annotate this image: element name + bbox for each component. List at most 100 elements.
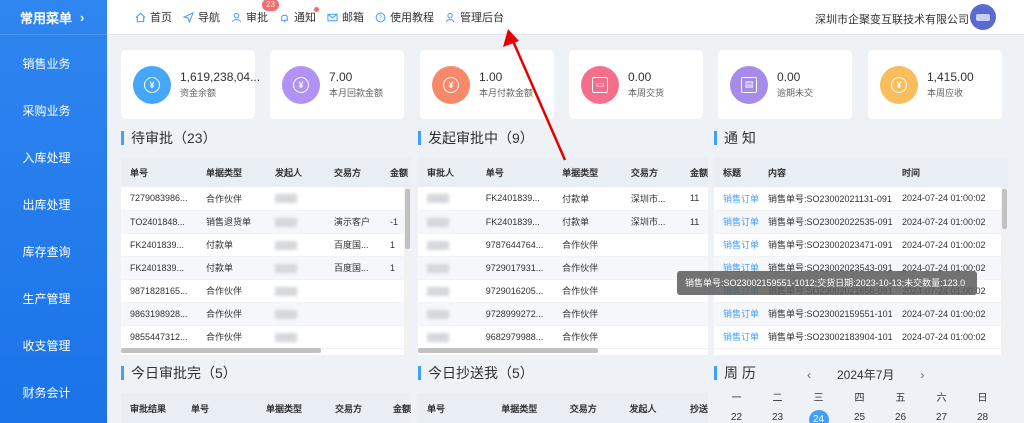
calendar-day[interactable]: 25 [839, 410, 880, 423]
stat-card-monthly-receipts[interactable]: ¥ 7.00 本月回款金额 [270, 50, 404, 119]
notice-title-link[interactable]: 销售订单 [714, 187, 760, 211]
sidebar-item-sales[interactable]: 销售业务 [0, 40, 107, 87]
sidebar-item-outbound[interactable]: 出库处理 [0, 181, 107, 228]
column-header[interactable]: 金额 [383, 393, 411, 423]
nav-home[interactable]: 首页 [135, 9, 172, 25]
column-header[interactable]: 审批结果 [121, 393, 182, 423]
sidebar-item-production[interactable]: 生产管理 [0, 275, 107, 322]
table-row[interactable]: FK2401839... 付款单 深圳市... 11 [418, 187, 708, 211]
nav-notice[interactable]: 通知 [279, 7, 319, 25]
column-header[interactable]: 金额 [381, 157, 411, 187]
column-header[interactable]: 交易方 [560, 393, 621, 423]
table-row[interactable]: 销售订单 销售单号:SO23002021131-091 2024-07-24 01:… [714, 187, 1008, 211]
column-header[interactable]: 金额 [680, 157, 708, 187]
notice-title-link[interactable]: 销售订单 [714, 233, 760, 257]
table-row[interactable]: 9682979988... 合作伙伴 [418, 325, 708, 349]
day-number: 23 [771, 412, 784, 423]
calendar-day[interactable]: 27 [921, 410, 962, 423]
calendar-day[interactable]: 22 [716, 410, 757, 423]
column-header[interactable]: 交易方 [621, 157, 681, 187]
nav-tutorial[interactable]: ? 使用教程 [375, 9, 434, 25]
stat-card-weekly-delivery[interactable]: ▭ 0.00 本周交货 [569, 50, 703, 119]
calendar-day[interactable]: 28 [962, 410, 1003, 423]
table-row[interactable]: 7279083986... 合作伙伴 [121, 187, 411, 211]
column-header[interactable]: 交易方 [325, 157, 381, 187]
table-row[interactable]: 9863198928... 合作伙伴 [121, 302, 411, 326]
horizontal-scrollbar[interactable] [418, 348, 598, 353]
calendar-day-today[interactable]: 24 [798, 410, 839, 423]
column-header[interactable]: 发起人 [620, 393, 681, 423]
sidebar-item-inbound[interactable]: 入库处理 [0, 134, 107, 181]
notice-content: 销售单号:SO23002021131-091 [759, 187, 893, 211]
column-header[interactable]: 时间 [892, 157, 1008, 187]
column-header[interactable]: 单据类型 [553, 157, 622, 187]
table-row[interactable]: 9855447312... 合作伙伴 [121, 325, 411, 349]
column-header[interactable]: 审批人 [418, 157, 477, 187]
vertical-scrollbar[interactable] [1001, 187, 1008, 355]
stat-label: 逾期未交 [777, 88, 814, 98]
column-header[interactable]: 内容 [759, 157, 893, 187]
notice-content: 销售单号:SO23002022535-091 [759, 210, 893, 234]
sidebar-item-purchase[interactable]: 采购业务 [0, 87, 107, 134]
column-header[interactable]: 交易方 [325, 393, 384, 423]
notice-content: 销售单号:SO23002159551-101 [759, 302, 893, 326]
column-header[interactable]: 单号 [418, 393, 493, 423]
stat-value: 1.00 [479, 70, 503, 84]
avatar[interactable] [970, 4, 996, 30]
sidebar-item-finance-flow[interactable]: 收支管理 [0, 322, 107, 369]
notice-title-link[interactable]: 销售订单 [714, 210, 760, 234]
table-row[interactable]: 9787644764... 合作伙伴 [418, 233, 708, 257]
nav-guide[interactable]: 导航 [183, 9, 220, 25]
notice-title-link[interactable]: 销售订单 [714, 325, 760, 349]
vertical-scrollbar[interactable] [404, 187, 411, 355]
table-row[interactable]: 销售订单 销售单号:SO23002022535-091 2024-07-24 01:… [714, 210, 1008, 234]
sidebar-item-accounting[interactable]: 财务会计 [0, 369, 107, 416]
column-header[interactable]: 单号 [121, 157, 197, 187]
amount: 11 [680, 187, 708, 211]
table-row[interactable]: 9729016205... 合作伙伴 [418, 279, 708, 303]
next-month-button[interactable]: › [920, 368, 924, 382]
table-row[interactable]: 销售订单 销售单号:SO23002023471-091 2024-07-24 01:… [714, 233, 1008, 257]
stat-card-monthly-payments[interactable]: ¥ 1.00 本月付款金额 [420, 50, 554, 119]
stat-label: 本月付款金额 [479, 88, 534, 98]
table-row[interactable]: 销售订单 销售单号:SO23002183904-101 2024-07-24 01:… [714, 325, 1008, 349]
table-row[interactable]: FK2401839... 付款单 百度国... 1 [121, 233, 411, 257]
table-row[interactable]: 9728999272... 合作伙伴 [418, 302, 708, 326]
column-header[interactable]: 单据类型 [492, 393, 561, 423]
chevron-right-icon: › [80, 9, 85, 25]
table-row[interactable]: 销售订单 销售单号:SO23002159551-101 2024-07-24 01:… [714, 302, 1008, 326]
stat-card-fund-balance[interactable]: ¥ 1,619,238,04... 资金余额 [121, 50, 260, 119]
sidebar-header[interactable]: 常用菜单 › [0, 0, 107, 35]
calendar-day[interactable]: 26 [880, 410, 921, 423]
stat-value: 0.00 [628, 70, 652, 84]
nav-mailbox[interactable]: 邮箱 [327, 9, 364, 25]
day-number: 22 [730, 412, 743, 423]
table-row[interactable]: 9729017931... 合作伙伴 [418, 256, 708, 280]
column-header[interactable]: 发起人 [266, 157, 325, 187]
nav-admin[interactable]: 管理后台 [445, 9, 504, 25]
counterparty [325, 302, 381, 326]
column-header[interactable]: 单据类型 [256, 393, 326, 423]
initiator [266, 187, 325, 211]
table-row[interactable]: FK2401839... 付款单 百度国... 1 [121, 256, 411, 280]
column-header[interactable]: 单据类型 [197, 157, 266, 187]
column-header[interactable]: 单号 [181, 393, 257, 423]
approver [418, 210, 477, 234]
doc-type: 合作伙伴 [553, 325, 622, 349]
table-row[interactable]: TO2401848... 销售退货单 演示客户 -1 [121, 210, 411, 234]
column-header[interactable]: 单号 [476, 157, 554, 187]
nav-approval[interactable]: 审批 23 [231, 0, 279, 25]
stat-card-overdue[interactable]: ▤ 0.00 逾期未交 [718, 50, 852, 119]
table-row[interactable]: FK2401839... 付款单 深圳市... 11 [418, 210, 708, 234]
calendar-day[interactable]: 23 [757, 410, 798, 423]
table-row[interactable]: 9871828165... 合作伙伴 [121, 279, 411, 303]
yuan-icon: ¥ [282, 65, 320, 104]
sidebar-item-inventory[interactable]: 库存查询 [0, 228, 107, 275]
notice-title-link[interactable]: 销售订单 [714, 302, 760, 326]
horizontal-scrollbar[interactable] [121, 348, 321, 353]
column-header[interactable]: 标题 [714, 157, 760, 187]
order-no: 9787644764... [476, 233, 554, 257]
column-header[interactable]: 抄送 [680, 393, 708, 423]
prev-month-button[interactable]: ‹ [807, 368, 811, 382]
stat-card-weekly-receivable[interactable]: ¥ 1,415.00 本周应收 [868, 50, 1002, 119]
